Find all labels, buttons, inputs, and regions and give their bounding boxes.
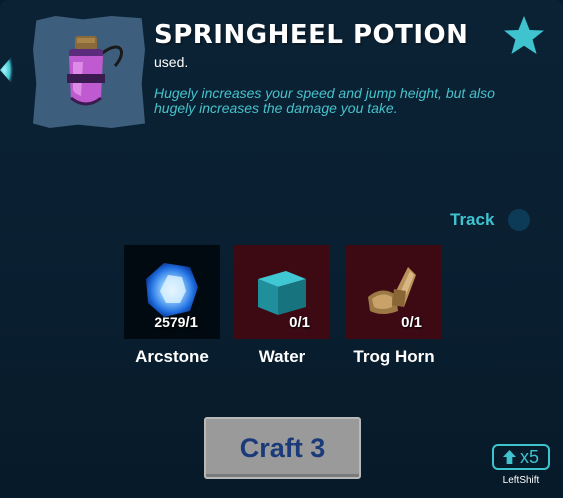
water-cube-icon bbox=[258, 271, 306, 315]
track-toggle[interactable] bbox=[508, 209, 531, 231]
ingredient-trog-horn[interactable]: 0/1 Trog Horn bbox=[346, 245, 442, 367]
potion-icon bbox=[67, 36, 123, 106]
ingredient-count: 0/1 bbox=[401, 314, 422, 331]
track-control[interactable]: Track bbox=[450, 209, 531, 231]
ingredient-name: Water bbox=[258, 347, 306, 366]
multiplier-control[interactable]: x5 LeftShift bbox=[491, 444, 551, 486]
craft-button[interactable]: Craft 3 bbox=[204, 417, 361, 479]
recipe-panel: 3 SPRINGHEEL POTION used. Hugely increas… bbox=[0, 0, 563, 498]
ingredient-count: 2579/1 bbox=[154, 314, 198, 331]
multiplier-label: x5 bbox=[519, 446, 539, 467]
item-subtitle: used. bbox=[154, 54, 189, 70]
ingredient-slot: 0/1 bbox=[234, 245, 330, 339]
item-quantity: 3 bbox=[153, 115, 162, 132]
ingredient-water[interactable]: 0/1 Water bbox=[234, 245, 330, 367]
ingredient-slot: 0/1 bbox=[346, 245, 442, 339]
trog-horn-icon bbox=[368, 267, 416, 314]
key-hint: LeftShift bbox=[502, 475, 540, 486]
ingredient-arcstone[interactable]: 2579/1 Arcstone bbox=[124, 245, 220, 367]
ingredient-name: Arcstone bbox=[135, 347, 209, 366]
star-icon[interactable] bbox=[502, 14, 546, 56]
shift-arrow-icon bbox=[502, 450, 516, 464]
ingredient-count: 0/1 bbox=[289, 314, 310, 331]
item-thumbnail: 3 bbox=[33, 16, 145, 128]
track-label: Track bbox=[450, 210, 495, 229]
ingredient-name: Trog Horn bbox=[353, 347, 435, 366]
ingredient-slot: 2579/1 bbox=[124, 245, 220, 339]
multiplier-button[interactable]: x5 bbox=[492, 444, 550, 470]
item-description: Hugely increases your speed and jump hei… bbox=[154, 85, 495, 116]
item-title: SPRINGHEEL POTION bbox=[154, 20, 469, 50]
previous-arrow-icon[interactable] bbox=[0, 50, 18, 90]
